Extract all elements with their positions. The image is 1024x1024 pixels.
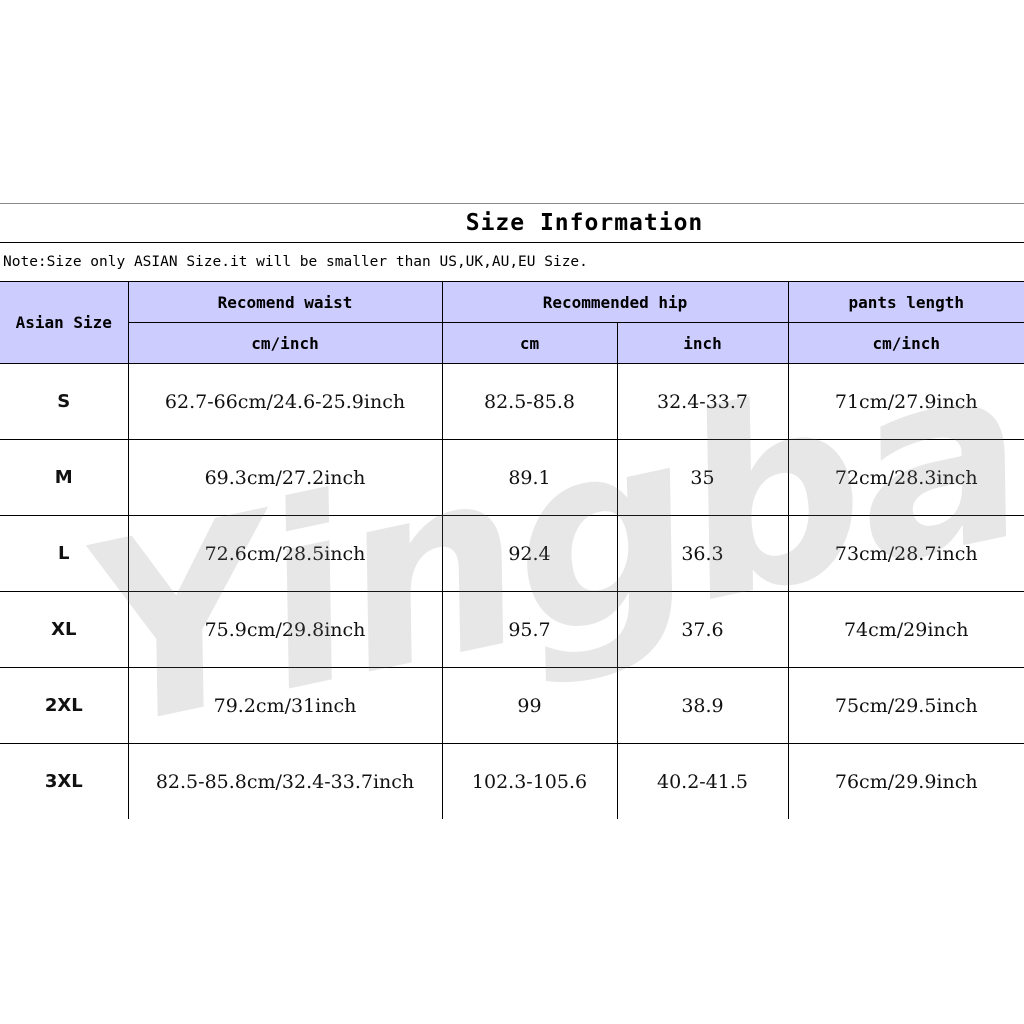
hip-inch-cell: 32.4-33.7 bbox=[616, 363, 789, 440]
length-cell: 75cm/29.5inch bbox=[787, 667, 1024, 744]
hip-cm-cell: 99 bbox=[441, 667, 618, 744]
size-cell: M bbox=[0, 439, 129, 516]
waist-cell: 75.9cm/29.8inch bbox=[127, 591, 443, 668]
hip-inch-cell: 36.3 bbox=[616, 515, 789, 592]
note-row: Note:Size only ASIAN Size.it will be sma… bbox=[0, 243, 1024, 282]
table-row: M 69.3cm/27.2inch 89.1 35 72cm/28.3inch bbox=[0, 439, 1024, 516]
hip-inch-cell: 40.2-41.5 bbox=[616, 743, 789, 819]
length-cell: 72cm/28.3inch bbox=[787, 439, 1024, 516]
length-cell: 74cm/29inch bbox=[787, 591, 1024, 668]
table-row: S 62.7-66cm/24.6-25.9inch 82.5-85.8 32.4… bbox=[0, 363, 1024, 440]
header-row-units: cm/inch cm inch cm/inch bbox=[0, 322, 1024, 364]
table-row: 3XL 82.5-85.8cm/32.4-33.7inch 102.3-105.… bbox=[0, 743, 1024, 819]
hip-inch-cell: 35 bbox=[616, 439, 789, 516]
header-hip-inch: inch bbox=[616, 322, 789, 364]
length-cell: 71cm/27.9inch bbox=[787, 363, 1024, 440]
header-hip-cm: cm bbox=[441, 322, 618, 364]
waist-cell: 62.7-66cm/24.6-25.9inch bbox=[127, 363, 443, 440]
hip-inch-cell: 37.6 bbox=[616, 591, 789, 668]
size-table: Asian Size Recomend waist Recommended hi… bbox=[0, 282, 1024, 819]
waist-cell: 82.5-85.8cm/32.4-33.7inch bbox=[127, 743, 443, 819]
size-cell: L bbox=[0, 515, 129, 592]
size-note: Note:Size only ASIAN Size.it will be sma… bbox=[3, 254, 588, 270]
header-length: pants length bbox=[787, 282, 1024, 323]
hip-cm-cell: 102.3-105.6 bbox=[441, 743, 618, 819]
header-waist-unit: cm/inch bbox=[128, 322, 443, 364]
table-row: 2XL 79.2cm/31inch 99 38.9 75cm/29.5inch bbox=[0, 667, 1024, 744]
title-row: Size Information bbox=[0, 203, 1024, 243]
header-row-main: Asian Size Recomend waist Recommended hi… bbox=[0, 282, 1024, 364]
chart-title: Size Information bbox=[465, 210, 704, 236]
waist-cell: 72.6cm/28.5inch bbox=[127, 515, 443, 592]
waist-cell: 69.3cm/27.2inch bbox=[127, 439, 443, 516]
header-length-unit: cm/inch bbox=[787, 322, 1024, 364]
hip-inch-cell: 38.9 bbox=[616, 667, 789, 744]
size-cell: XL bbox=[0, 591, 129, 668]
header-hip: Recommended hip bbox=[441, 282, 789, 323]
hip-cm-cell: 89.1 bbox=[441, 439, 618, 516]
table-row: XL 75.9cm/29.8inch 95.7 37.6 74cm/29inch bbox=[0, 591, 1024, 668]
length-cell: 76cm/29.9inch bbox=[787, 743, 1024, 819]
table-row: L 72.6cm/28.5inch 92.4 36.3 73cm/28.7inc… bbox=[0, 515, 1024, 592]
hip-cm-cell: 95.7 bbox=[441, 591, 618, 668]
header-asian-size: Asian Size bbox=[0, 282, 129, 364]
waist-cell: 79.2cm/31inch bbox=[127, 667, 443, 744]
size-cell: 2XL bbox=[0, 667, 129, 744]
hip-cm-cell: 92.4 bbox=[441, 515, 618, 592]
length-cell: 73cm/28.7inch bbox=[787, 515, 1024, 592]
size-cell: 3XL bbox=[0, 743, 129, 819]
size-cell: S bbox=[0, 363, 129, 440]
size-chart: Size Information Note:Size only ASIAN Si… bbox=[0, 203, 1024, 819]
hip-cm-cell: 82.5-85.8 bbox=[441, 363, 618, 440]
header-waist: Recomend waist bbox=[127, 282, 443, 323]
